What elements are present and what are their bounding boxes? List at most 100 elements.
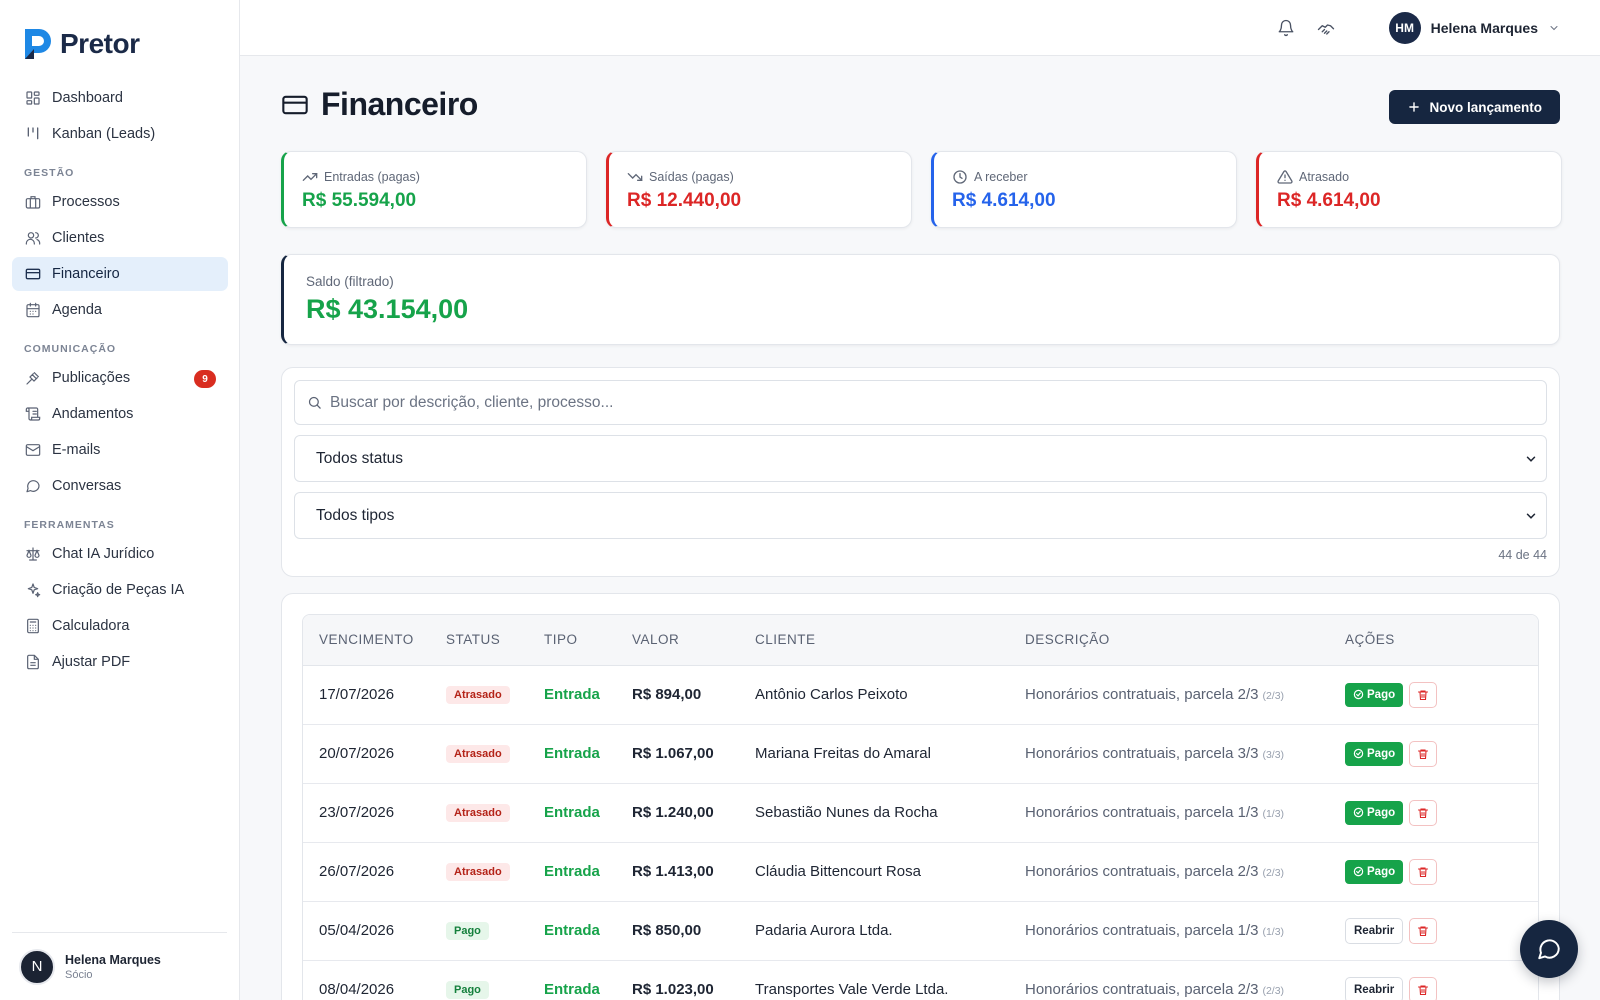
new-entry-button[interactable]: Novo lançamento bbox=[1389, 90, 1560, 124]
sidebar-item-label: Chat IA Jurídico bbox=[52, 546, 155, 562]
installment-label: (3/3) bbox=[1262, 749, 1285, 761]
actions-cell: Reabrir bbox=[1329, 901, 1538, 961]
status-select-value: Todos status bbox=[316, 449, 404, 467]
row-actions: Reabrir bbox=[1345, 917, 1538, 944]
column-header[interactable]: TIPO bbox=[528, 615, 616, 666]
amount-cell: R$ 1.413,00 bbox=[616, 842, 739, 902]
actions-cell: Pago bbox=[1329, 842, 1538, 902]
column-header[interactable]: VALOR bbox=[616, 615, 739, 666]
sidebar-item-kanban-leads[interactable]: Kanban (Leads) bbox=[12, 117, 228, 151]
sidebar-item-label: Agenda bbox=[52, 302, 102, 318]
briefcase-icon bbox=[24, 193, 42, 211]
sidebar-section-title: FERRAMENTAS bbox=[24, 519, 115, 531]
status-cell: Atrasado bbox=[430, 724, 528, 784]
sidebar-item-conversas[interactable]: Conversas bbox=[12, 469, 228, 503]
trash-icon bbox=[1417, 807, 1429, 819]
trash-icon bbox=[1417, 866, 1429, 878]
chevron-down-icon bbox=[1550, 26, 1558, 31]
delete-button[interactable] bbox=[1409, 740, 1438, 767]
mark-paid-button[interactable]: Pago bbox=[1345, 859, 1404, 884]
column-header[interactable]: CLIENTE bbox=[739, 615, 1009, 666]
sidebar-item-ajustar-pdf[interactable]: Ajustar PDF bbox=[12, 645, 228, 679]
logo[interactable]: Pretor bbox=[22, 27, 140, 61]
mark-paid-label: Pago bbox=[1367, 865, 1396, 878]
reopen-button[interactable]: Reabrir bbox=[1345, 917, 1404, 944]
column-header[interactable]: STATUS bbox=[430, 615, 528, 666]
row-actions: Pago bbox=[1345, 799, 1538, 826]
reopen-button[interactable]: Reabrir bbox=[1345, 976, 1404, 1000]
table-row[interactable]: 08/04/2026 Pago Entrada R$ 1.023,00 Transpor… bbox=[303, 960, 1538, 1000]
amount-cell: R$ 850,00 bbox=[616, 901, 739, 961]
table-row[interactable]: 20/07/2026 Atrasado Entrada R$ 1.067,00 Mari… bbox=[303, 724, 1538, 784]
gavel-icon bbox=[24, 369, 42, 387]
sidebar-nav: Dashboard Kanban (Leads) GESTÃO Processos Cl… bbox=[12, 81, 228, 681]
sidebar-item-financeiro[interactable]: Financeiro bbox=[12, 257, 228, 291]
mark-paid-button[interactable]: Pago bbox=[1345, 800, 1404, 825]
sidebar-user-avatar: N bbox=[19, 948, 55, 985]
handshake-icon[interactable] bbox=[1316, 18, 1336, 38]
sidebar-item-chat-ia-juridico[interactable]: Chat IA Jurídico bbox=[12, 537, 228, 571]
sidebar-item-processos[interactable]: Processos bbox=[12, 185, 228, 219]
due-date-cell: 17/07/2026 bbox=[303, 665, 430, 725]
chat-icon bbox=[24, 477, 42, 495]
sidebar-item-publicacoes[interactable]: Publicações 9 bbox=[12, 361, 228, 395]
calendar-icon bbox=[24, 301, 42, 319]
description-cell: Honorários contratuais, parcela 1/3 (1/3) bbox=[1009, 901, 1329, 961]
filters-card: Todos status Todos tipos 44 de 44 bbox=[281, 367, 1560, 577]
client-cell: Transportes Vale Verde Ltda. bbox=[739, 960, 1009, 1000]
column-header[interactable]: AÇÕES bbox=[1329, 615, 1538, 666]
mark-paid-button[interactable]: Pago bbox=[1345, 741, 1404, 766]
due-date-cell: 05/04/2026 bbox=[303, 901, 430, 961]
transactions-table: VENCIMENTO STATUS TIPO VALOR CLIENTE DESCRIÇÃ… bbox=[303, 615, 1538, 1000]
delete-button[interactable] bbox=[1409, 799, 1438, 826]
delete-button[interactable] bbox=[1409, 917, 1438, 944]
sidebar-item-label: Dashboard bbox=[52, 90, 123, 106]
description-text: Honorários contratuais, parcela 1/3 bbox=[1025, 804, 1259, 821]
stat-card: Entradas (pagas) R$ 55.594,00 bbox=[281, 151, 587, 228]
sidebar-item-dashboard[interactable]: Dashboard bbox=[12, 81, 228, 115]
results-count: 44 de 44 bbox=[1498, 548, 1547, 562]
sidebar-item-e-mails[interactable]: E-mails bbox=[12, 433, 228, 467]
search-input[interactable] bbox=[330, 393, 1546, 412]
search-icon bbox=[308, 396, 321, 409]
amount-cell: R$ 1.023,00 bbox=[616, 960, 739, 1000]
user-menu[interactable]: HM Helena Marques bbox=[1388, 12, 1560, 44]
status-select[interactable]: Todos status bbox=[294, 435, 1547, 482]
status-badge: Pago bbox=[446, 922, 489, 940]
type-cell: Entrada bbox=[528, 783, 616, 843]
chat-fab-button[interactable] bbox=[1520, 920, 1578, 978]
search-box[interactable] bbox=[294, 380, 1547, 425]
type-select[interactable]: Todos tipos bbox=[294, 492, 1547, 539]
plus-icon bbox=[1409, 102, 1420, 112]
user-name: Helena Marques bbox=[1430, 20, 1538, 36]
delete-button[interactable] bbox=[1409, 858, 1438, 885]
sidebar-item-andamentos[interactable]: Andamentos bbox=[12, 397, 228, 431]
stat-card: A receber R$ 4.614,00 bbox=[931, 151, 1237, 228]
sidebar-item-calculadora[interactable]: Calculadora bbox=[12, 609, 228, 643]
column-header[interactable]: DESCRIÇÃO bbox=[1009, 615, 1329, 666]
description-text: Honorários contratuais, parcela 2/3 bbox=[1025, 686, 1259, 703]
table-row[interactable]: 05/04/2026 Pago Entrada R$ 850,00 Padaria Au… bbox=[303, 901, 1538, 961]
delete-button[interactable] bbox=[1409, 976, 1438, 1000]
status-badge: Pago bbox=[446, 981, 489, 999]
description-cell: Honorários contratuais, parcela 2/3 (2/3) bbox=[1009, 842, 1329, 902]
sidebar-item-label: Ajustar PDF bbox=[52, 654, 131, 670]
sidebar-item-agenda[interactable]: Agenda bbox=[12, 293, 228, 327]
row-actions: Pago bbox=[1345, 858, 1538, 885]
column-header[interactable]: VENCIMENTO bbox=[303, 615, 430, 666]
bell-icon[interactable] bbox=[1276, 18, 1296, 38]
stat-value: R$ 4.614,00 bbox=[1277, 190, 1381, 211]
delete-button[interactable] bbox=[1409, 681, 1438, 708]
table-row[interactable]: 26/07/2026 Atrasado Entrada R$ 1.413,00 Cláu… bbox=[303, 842, 1538, 902]
table-row[interactable]: 17/07/2026 Atrasado Entrada R$ 894,00 Antôni… bbox=[303, 665, 1538, 725]
trash-icon bbox=[1417, 984, 1429, 996]
mark-paid-label: Pago bbox=[1367, 688, 1396, 701]
sidebar-user-card[interactable]: N Helena Marques Sócio bbox=[12, 932, 227, 1000]
installment-label: (2/3) bbox=[1262, 690, 1285, 702]
mark-paid-button[interactable]: Pago bbox=[1345, 682, 1404, 707]
client-cell: Mariana Freitas do Amaral bbox=[739, 724, 1009, 784]
table-row[interactable]: 23/07/2026 Atrasado Entrada R$ 1.240,00 Seba… bbox=[303, 783, 1538, 843]
sidebar-item-clientes[interactable]: Clientes bbox=[12, 221, 228, 255]
installment-label: (1/3) bbox=[1262, 926, 1285, 938]
sidebar-item-criacao-de-pecas-ia[interactable]: Criação de Peças IA bbox=[12, 573, 228, 607]
